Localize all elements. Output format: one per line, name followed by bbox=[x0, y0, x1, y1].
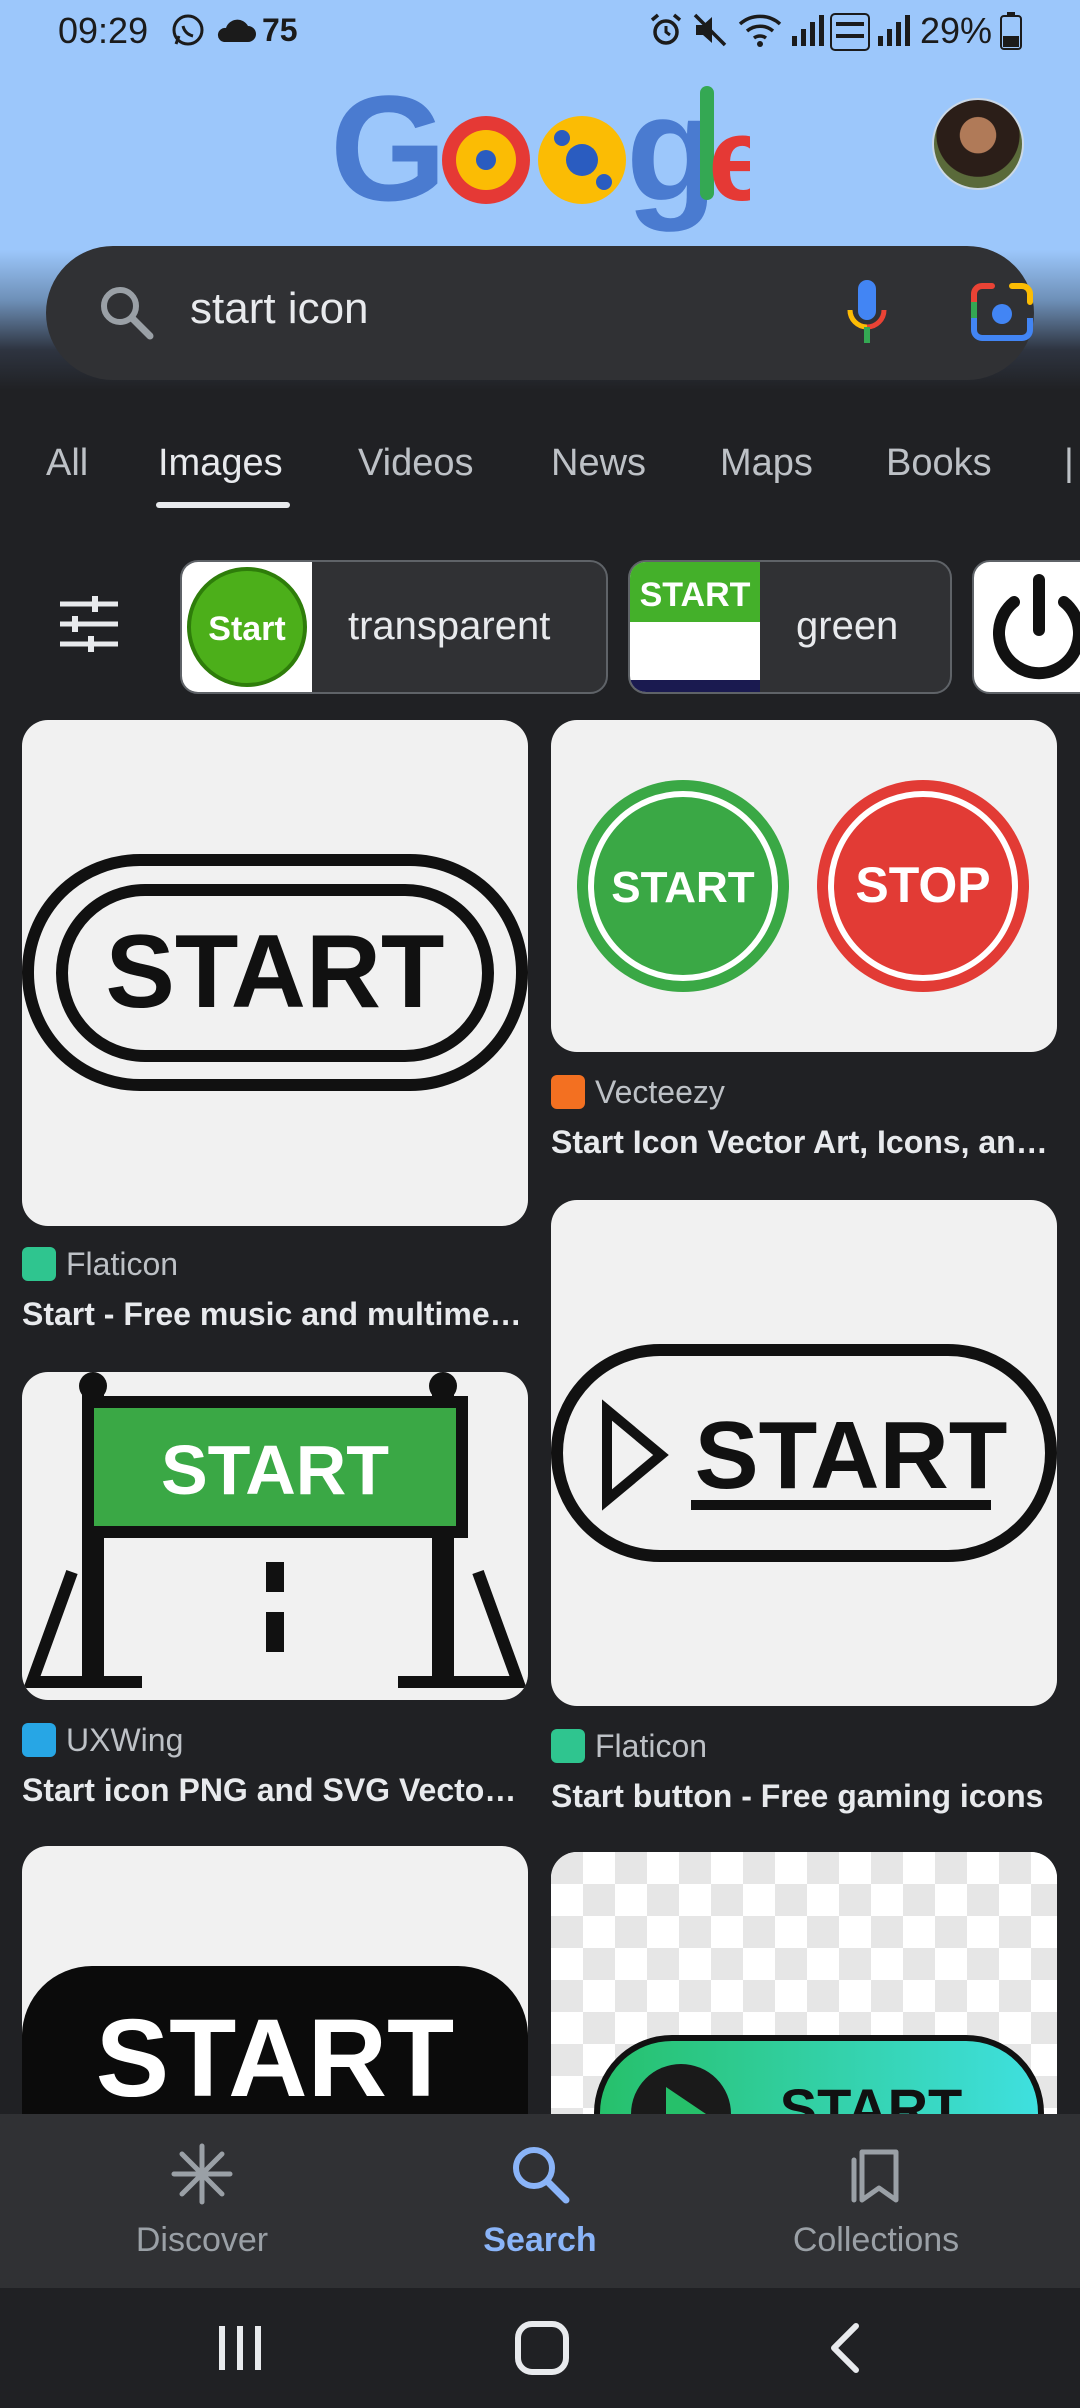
start-sign-thumbnail: START bbox=[630, 562, 760, 692]
result-image-text: START bbox=[695, 1402, 1008, 1509]
source-name: Flaticon bbox=[66, 1246, 179, 1282]
result-source-4[interactable]: Flaticon bbox=[551, 1728, 707, 1765]
google-logo[interactable]: G g e bbox=[330, 80, 750, 240]
result-source-3[interactable]: UXWing bbox=[22, 1722, 183, 1759]
start-pill-image: START bbox=[22, 854, 528, 1091]
start-sign-image: START bbox=[23, 1372, 527, 1688]
tab-news[interactable]: News bbox=[551, 442, 646, 485]
nav-discover[interactable]: Discover bbox=[72, 2142, 332, 2260]
chip-thumbnail: START bbox=[630, 562, 760, 692]
result-image-6[interactable]: START bbox=[551, 1852, 1057, 2152]
nav-search[interactable]: Search bbox=[410, 2142, 670, 2260]
result-image-text-stop: STOP bbox=[855, 857, 990, 913]
alarm-icon bbox=[650, 13, 682, 45]
active-tab-indicator bbox=[156, 502, 290, 508]
chip-thumb-text: Start bbox=[208, 610, 285, 648]
chip-label: green bbox=[796, 604, 899, 648]
result-title-4[interactable]: Start button - Free gaming icons bbox=[551, 1778, 1057, 1815]
svg-text:G: G bbox=[330, 80, 447, 232]
nav-label: Search bbox=[483, 2221, 597, 2259]
collections-icon bbox=[851, 2149, 899, 2203]
result-source-1[interactable]: Flaticon bbox=[22, 1246, 178, 1283]
result-image-2[interactable]: START STOP bbox=[551, 720, 1057, 1052]
result-image-text: START bbox=[161, 1431, 389, 1509]
system-navigation-bar bbox=[0, 2288, 1080, 2408]
start-green-circle-thumbnail: Start bbox=[187, 567, 307, 687]
signal-icon bbox=[792, 15, 824, 46]
start-play-button-image: START bbox=[551, 1344, 1057, 1562]
filter-chip-green[interactable]: START green bbox=[628, 560, 952, 694]
flaticon-favicon-icon bbox=[22, 1247, 56, 1281]
chip-label: transparent bbox=[348, 604, 551, 648]
mute-icon bbox=[693, 13, 727, 47]
search-icon bbox=[101, 287, 154, 340]
recent-apps-icon[interactable] bbox=[210, 2318, 270, 2378]
google-lens-icon[interactable] bbox=[970, 282, 1034, 342]
tab-maps[interactable]: Maps bbox=[720, 442, 813, 485]
account-avatar[interactable] bbox=[932, 98, 1024, 190]
tab-all[interactable]: All bbox=[46, 442, 88, 485]
chip-thumbnail: Start bbox=[182, 562, 312, 692]
battery-icon bbox=[1000, 12, 1022, 50]
flaticon-favicon-icon bbox=[551, 1729, 585, 1763]
vecteezy-favicon-icon bbox=[551, 1075, 585, 1109]
nav-collections[interactable]: Collections bbox=[746, 2142, 1006, 2260]
search-query[interactable]: start icon bbox=[190, 284, 369, 334]
status-bar: 09:29 75 29% bbox=[0, 0, 1080, 64]
start-black-button-image: START bbox=[22, 1966, 528, 2146]
cloud-icon bbox=[217, 19, 256, 42]
source-name: Vecteezy bbox=[595, 1074, 725, 1110]
wifi-icon bbox=[738, 14, 782, 47]
tab-more-partial[interactable]: | bbox=[1064, 442, 1080, 485]
search-icon bbox=[513, 2147, 570, 2204]
search-tabs: All Images Videos News Maps Books | bbox=[0, 430, 1080, 510]
nav-label: Discover bbox=[135, 2221, 269, 2259]
result-title-1[interactable]: Start - Free music and multimed… bbox=[22, 1296, 528, 1333]
signal-2-icon bbox=[878, 15, 910, 46]
bottom-navigation: Discover Search Collections bbox=[0, 2114, 1080, 2288]
whatsapp-icon bbox=[172, 14, 204, 46]
tab-images[interactable]: Images bbox=[158, 442, 283, 485]
result-title-3[interactable]: Start icon PNG and SVG Vector … bbox=[22, 1772, 528, 1809]
status-time: 09:29 bbox=[58, 10, 149, 51]
start-gradient-button-image: START bbox=[551, 1852, 1057, 2152]
status-battery: 29% bbox=[920, 10, 993, 51]
svg-text:e: e bbox=[708, 92, 750, 226]
filter-row: Start transparent START green bbox=[0, 556, 1080, 696]
result-image-4[interactable]: START bbox=[551, 1200, 1057, 1706]
power-icon bbox=[993, 574, 1080, 680]
tab-books[interactable]: Books bbox=[886, 442, 992, 485]
filter-settings-icon[interactable] bbox=[58, 594, 120, 654]
result-title-2[interactable]: Start Icon Vector Art, Icons, and… bbox=[551, 1124, 1057, 1161]
search-bar[interactable]: start icon bbox=[46, 246, 1034, 380]
nav-label: Collections bbox=[792, 2221, 960, 2259]
asterisk-icon bbox=[171, 2143, 233, 2205]
result-image-5[interactable]: START bbox=[22, 1846, 528, 2146]
tab-videos[interactable]: Videos bbox=[358, 442, 474, 485]
start-stop-image: START STOP bbox=[577, 780, 1029, 992]
result-image-1[interactable]: START bbox=[22, 720, 528, 1226]
source-name: UXWing bbox=[66, 1722, 184, 1758]
source-name: Flaticon bbox=[595, 1728, 708, 1764]
result-source-2[interactable]: Vecteezy bbox=[551, 1074, 725, 1111]
filter-chip-power[interactable] bbox=[972, 560, 1080, 694]
result-image-3[interactable]: START bbox=[22, 1372, 528, 1700]
result-image-text-start: START bbox=[611, 863, 755, 912]
filter-chip-transparent[interactable]: Start transparent bbox=[180, 560, 608, 694]
microphone-icon[interactable] bbox=[842, 276, 892, 348]
back-icon[interactable] bbox=[816, 2318, 876, 2378]
result-image-text: START bbox=[96, 1997, 454, 2120]
volte-icon bbox=[830, 13, 870, 51]
result-image-text: START bbox=[106, 914, 445, 1030]
home-icon[interactable] bbox=[512, 2318, 572, 2378]
chip-thumb-text: START bbox=[640, 576, 751, 614]
status-temperature: 75 bbox=[262, 12, 298, 48]
uxwing-favicon-icon bbox=[22, 1723, 56, 1757]
